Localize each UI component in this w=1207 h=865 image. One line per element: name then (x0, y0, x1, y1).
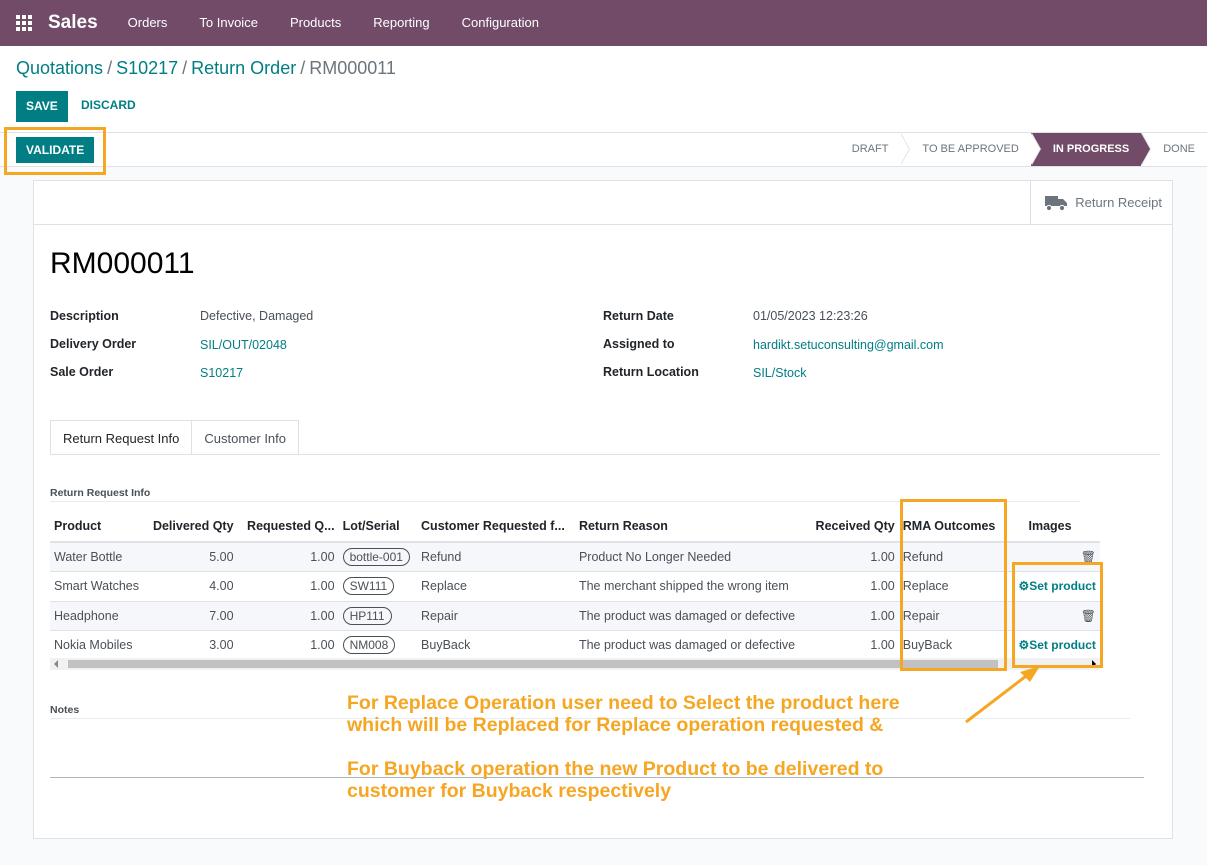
breadcrumb: Quotations / S10217/Return Order / RM000011 (16, 58, 396, 78)
stage-in-progress[interactable]: IN PROGRESS (1030, 133, 1152, 166)
col-customer-requested[interactable]: Customer Requested f... (417, 511, 575, 543)
cell-reason[interactable]: The product was damaged or defective (574, 601, 802, 631)
cell-product[interactable]: Headphone (50, 601, 149, 631)
breadcrumb-quotations[interactable]: Quotations (16, 58, 103, 78)
cell-lot: bottle-001 (338, 542, 418, 572)
set-product-highlight-box (1012, 562, 1103, 668)
cell-reason[interactable]: The merchant shipped the wrong item (574, 571, 802, 602)
menu-configuration[interactable]: Configuration (446, 0, 555, 46)
annotation-line-3: For Buyback operation the new Product to… (347, 758, 884, 780)
scroll-left-arrow[interactable] (54, 660, 58, 668)
return-receipt-button[interactable]: Return Receipt (1030, 181, 1172, 224)
return-receipt-label: Return Receipt (1075, 195, 1162, 210)
section-label: Return Request Info (50, 487, 151, 499)
breadcrumb-sale-order[interactable]: S10217 (116, 58, 178, 78)
cell-delivered[interactable]: 7.00 (148, 601, 238, 631)
tab-return-request-info[interactable]: Return Request Info (50, 420, 193, 455)
menu-reporting[interactable]: Reporting (357, 0, 445, 46)
delivery-order-link[interactable]: SIL/OUT/02048 (200, 338, 287, 352)
breadcrumb-return-order[interactable]: Return Order (191, 58, 296, 78)
cell-received[interactable]: 1.00 (801, 601, 899, 631)
col-return-reason[interactable]: Return Reason (574, 511, 802, 543)
annotation-line-4: customer for Buyback respectively (347, 780, 672, 802)
assigned-to-label: Assigned to (603, 337, 675, 351)
tab-customer-info[interactable]: Customer Info (191, 420, 300, 455)
sale-order-label: Sale Order (50, 365, 114, 379)
delivery-order-label: Delivery Order (50, 337, 137, 351)
col-images[interactable]: Images (1012, 511, 1100, 543)
description-label: Description (50, 309, 119, 323)
col-delivered-qty[interactable]: Delivered Qty (148, 511, 238, 543)
discard-button[interactable]: DISCARD (81, 98, 136, 112)
menu-orders[interactable]: Orders (112, 0, 184, 46)
cell-requested[interactable]: 1.00 (237, 542, 339, 572)
lot-tag[interactable]: NM008 (342, 636, 396, 655)
cell-product[interactable]: Nokia Mobiles (50, 630, 149, 661)
cell-delivered[interactable]: 4.00 (148, 571, 238, 602)
cell-requested[interactable]: 1.00 (237, 630, 339, 661)
stage-draft[interactable]: DRAFT (829, 133, 911, 166)
notebook-tabs: Return Request Info Customer Info (50, 420, 300, 455)
col-product[interactable]: Product (50, 511, 149, 543)
divider (34, 224, 1172, 225)
lot-tag[interactable]: SW111 (342, 577, 395, 596)
cell-received[interactable]: 1.00 (801, 630, 899, 661)
cell-lot: HP111 (338, 601, 418, 631)
annotation-text: For Replace Operation user need to Selec… (347, 692, 987, 802)
scroll-thumb[interactable] (68, 660, 998, 668)
lot-tag[interactable]: HP111 (342, 606, 392, 625)
cell-reason[interactable]: Product No Longer Needed (574, 542, 802, 572)
notes-label: Notes (50, 704, 80, 716)
cell-customer-req[interactable]: BuyBack (417, 630, 575, 661)
return-location-label: Return Location (603, 365, 699, 379)
cell-lot: SW111 (338, 571, 418, 602)
cell-reason[interactable]: The product was damaged or defective (574, 630, 802, 661)
breadcrumb-current: RM000011 (309, 58, 396, 78)
cell-delivered[interactable]: 5.00 (148, 542, 238, 572)
annotation-line-1: For Replace Operation user need to Selec… (347, 692, 900, 714)
menu-to-invoice[interactable]: To Invoice (183, 0, 274, 46)
cell-product[interactable]: Smart Watches (50, 571, 149, 602)
cell-requested[interactable]: 1.00 (237, 571, 339, 602)
annotation-line-2: which will be Replaced for Replace opera… (347, 714, 884, 736)
cell-received[interactable]: 1.00 (801, 542, 899, 572)
col-received-qty[interactable]: Received Qty (801, 511, 899, 543)
top-navbar: Sales Orders To Invoice Products Reporti… (0, 0, 1207, 46)
cell-lot: NM008 (338, 630, 418, 661)
return-location-link[interactable]: SIL/Stock (753, 366, 807, 380)
cell-customer-req[interactable]: Refund (417, 542, 575, 572)
cell-received[interactable]: 1.00 (801, 571, 899, 602)
lot-tag[interactable]: bottle-001 (342, 548, 410, 566)
description-value[interactable]: Defective, Damaged (200, 309, 313, 323)
app-brand[interactable]: Sales (48, 12, 98, 34)
col-lot-serial[interactable]: Lot/Serial (338, 511, 418, 543)
save-button[interactable]: SAVE (16, 91, 68, 122)
cell-customer-req[interactable]: Replace (417, 571, 575, 602)
record-title: RM000011 (50, 247, 195, 280)
return-date-value[interactable]: 01/05/2023 12:23:26 (753, 309, 868, 323)
validate-highlight-box (4, 127, 106, 175)
truck-icon (1045, 195, 1068, 211)
col-requested-qty[interactable]: Requested Q... (237, 511, 339, 543)
assigned-to-link[interactable]: hardikt.setuconsulting@gmail.com (753, 338, 944, 352)
sale-order-link[interactable]: S10217 (200, 366, 243, 380)
cell-customer-req[interactable]: Repair (417, 601, 575, 631)
menu-products[interactable]: Products (274, 0, 357, 46)
rma-outcomes-highlight-box (900, 499, 1007, 671)
cell-product[interactable]: Water Bottle (50, 542, 149, 572)
tabs-divider (50, 454, 1160, 455)
cell-delivered[interactable]: 3.00 (148, 630, 238, 661)
cell-requested[interactable]: 1.00 (237, 601, 339, 631)
return-date-label: Return Date (603, 309, 674, 323)
stage-to-be-approved[interactable]: TO BE APPROVED (900, 133, 1042, 166)
stage-pipeline: DRAFT TO BE APPROVED IN PROGRESS DONE (829, 133, 1207, 166)
apps-menu-icon[interactable] (0, 0, 48, 46)
